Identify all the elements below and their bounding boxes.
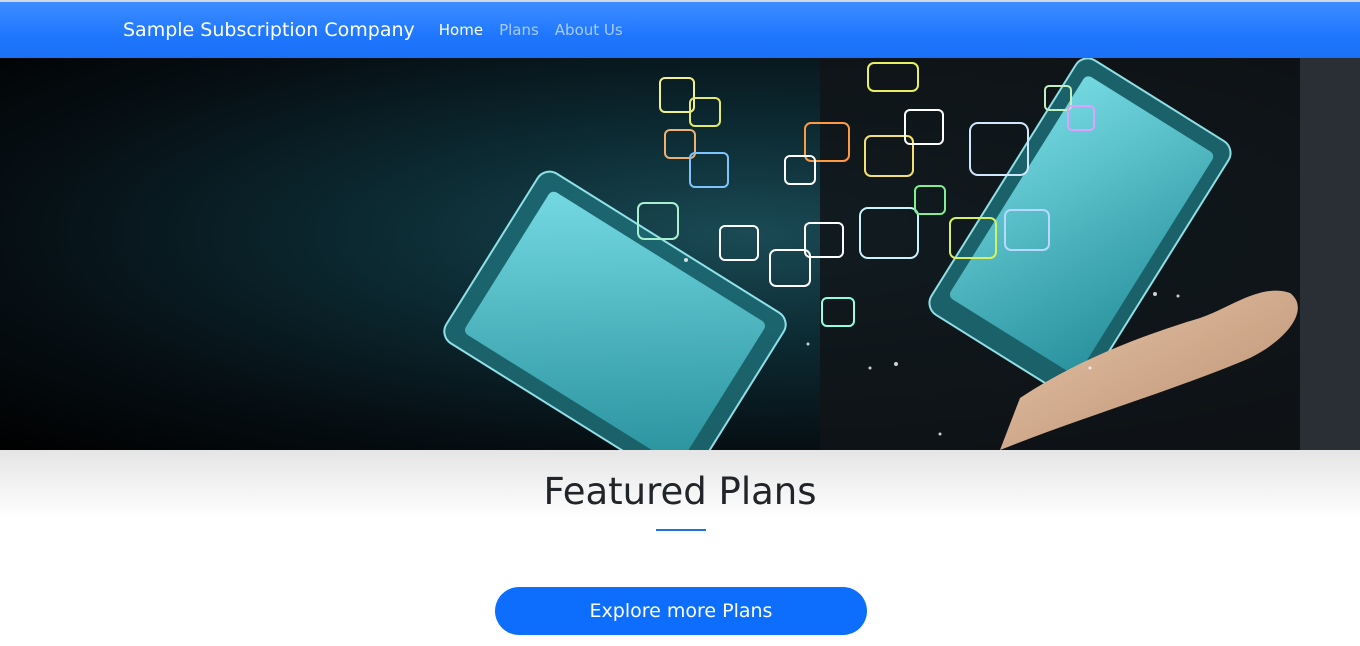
featured-plans-heading: Featured Plans — [543, 470, 817, 513]
nav-link-home[interactable]: Home — [439, 21, 483, 39]
hero-banner-image — [0, 58, 1360, 450]
brand-link[interactable]: Sample Subscription Company — [123, 19, 415, 41]
at-icon — [769, 249, 811, 287]
top-navbar: Sample Subscription Company Home Plans A… — [0, 0, 1360, 58]
nav-link-plans[interactable]: Plans — [499, 21, 539, 39]
explore-more-plans-button[interactable]: Explore more Plans — [495, 587, 867, 635]
shirt-cuff — [1300, 58, 1360, 450]
key-icon — [719, 225, 759, 261]
globe-icon — [664, 129, 696, 159]
hero-illustration — [443, 58, 1360, 450]
cloud-icon — [659, 77, 695, 113]
search-icon — [689, 152, 729, 188]
nav-link-about-us[interactable]: About Us — [555, 21, 623, 39]
heading-underline — [656, 529, 706, 531]
left-tablet — [443, 170, 787, 450]
